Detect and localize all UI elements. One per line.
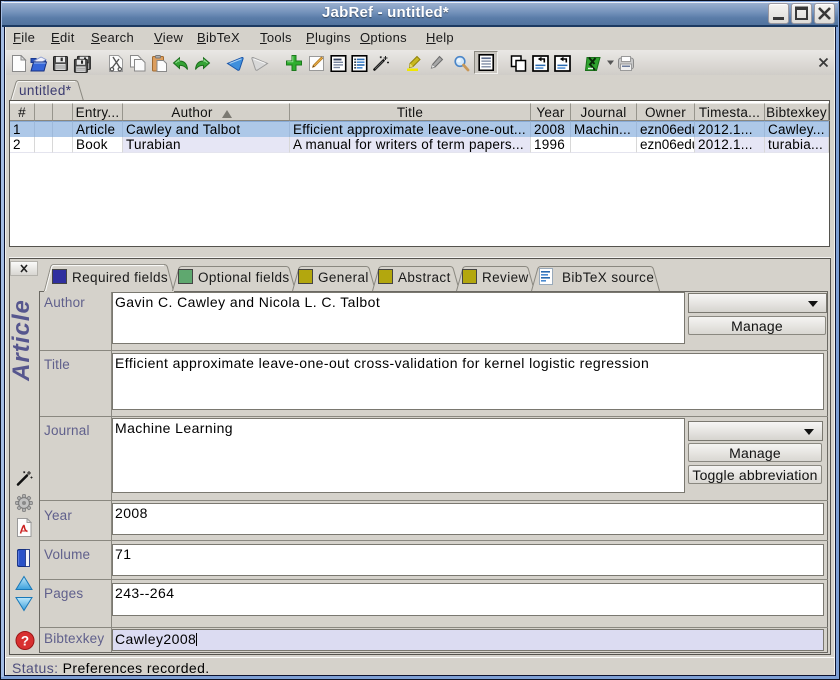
svg-text:?: ? [21, 634, 29, 649]
